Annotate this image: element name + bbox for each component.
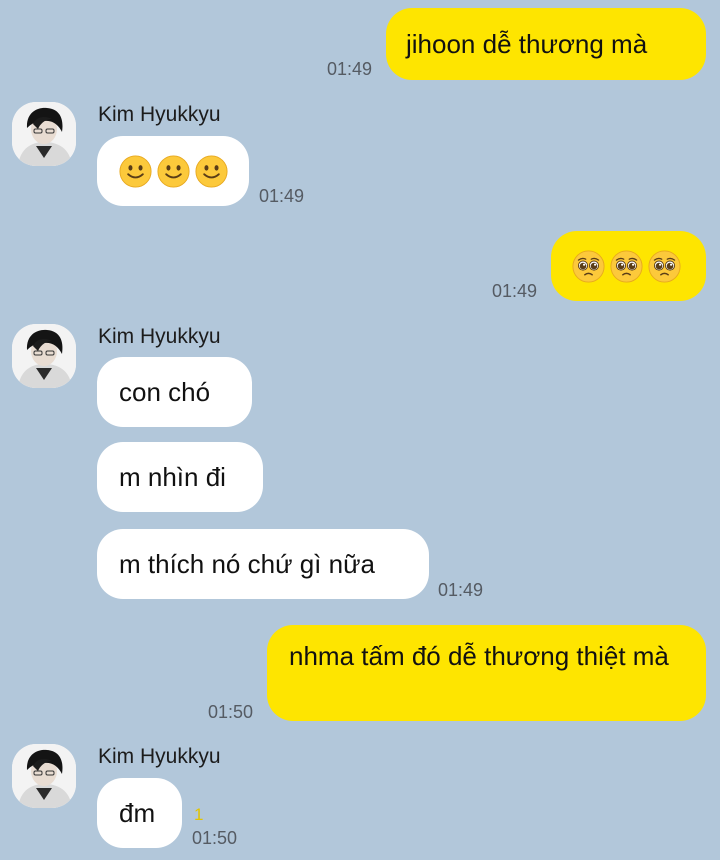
sender-name: Kim Hyukkyu xyxy=(98,745,221,768)
message-bubble-outgoing[interactable]: nhma tấm đó dễ thương thiệt mà xyxy=(267,625,706,721)
message-time: 01:50 xyxy=(192,828,238,848)
contact-avatar[interactable] xyxy=(12,102,76,166)
pleading-face-icon xyxy=(572,249,605,283)
unread-count: 1 xyxy=(194,805,204,824)
contact-avatar[interactable] xyxy=(12,744,76,808)
message-bubble-incoming[interactable]: m nhìn đi xyxy=(97,442,263,512)
slightly-smiling-face-icon xyxy=(157,154,190,188)
message-text: con chó xyxy=(119,377,211,407)
message-text: jihoon dễ thương mà xyxy=(406,29,648,59)
sender-name: Kim Hyukkyu xyxy=(98,103,221,126)
message-time: 01:49 xyxy=(327,59,373,79)
profile-photo-icon xyxy=(12,744,76,808)
message-time: 01:49 xyxy=(259,186,305,206)
message-bubble-incoming[interactable]: m thích nó chứ gì nữa xyxy=(97,529,429,599)
slightly-smiling-face-icon xyxy=(195,154,228,188)
message-bubble-incoming[interactable] xyxy=(97,136,249,206)
message-bubble-incoming[interactable]: con chó xyxy=(97,357,252,427)
slightly-smiling-face-icon xyxy=(119,154,152,188)
pleading-face-icon xyxy=(648,249,681,283)
message-text: m nhìn đi xyxy=(119,462,226,492)
sender-name: Kim Hyukkyu xyxy=(98,325,221,348)
message-time: 01:50 xyxy=(208,702,254,722)
message-text: đm xyxy=(119,798,156,828)
message-text: nhma tấm đó dễ thương thiệt mà xyxy=(289,641,669,671)
message-time: 01:49 xyxy=(438,580,484,600)
profile-photo-icon xyxy=(12,324,76,388)
message-bubble-outgoing[interactable] xyxy=(551,231,706,301)
message-bubble-outgoing[interactable]: jihoon dễ thương mà xyxy=(386,8,706,80)
pleading-face-icon xyxy=(610,249,643,283)
profile-photo-icon xyxy=(12,102,76,166)
message-bubble-incoming[interactable]: đm xyxy=(97,778,182,848)
contact-avatar[interactable] xyxy=(12,324,76,388)
message-time: 01:49 xyxy=(492,281,538,301)
message-text: m thích nó chứ gì nữa xyxy=(119,549,375,579)
